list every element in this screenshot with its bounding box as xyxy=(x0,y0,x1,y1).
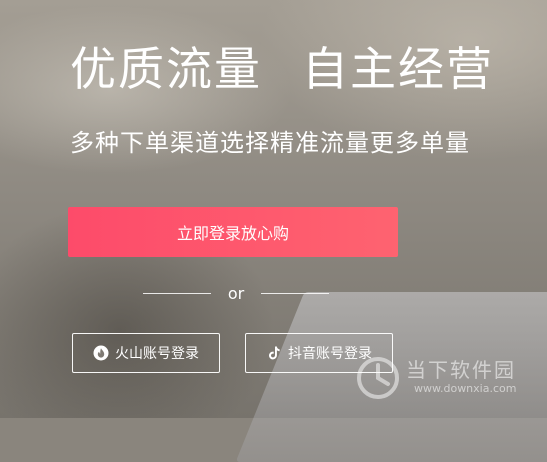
login-button-label: 立即登录放心购 xyxy=(176,224,289,243)
subheadline: 多种下单渠道选择精准流量更多单量 xyxy=(70,129,470,157)
watermark-logo-icon xyxy=(356,356,400,400)
divider-line-left xyxy=(143,292,211,294)
login-button[interactable]: 立即登录放心购 xyxy=(68,207,398,257)
headline: 优质流量 自主经营 xyxy=(70,38,494,100)
headline-left: 优质流量 xyxy=(70,42,262,96)
watermark-brand: 当下软件园 xyxy=(406,358,516,382)
huoshan-login-label: 火山账号登录 xyxy=(115,346,199,362)
headline-right: 自主经营 xyxy=(302,42,494,96)
or-divider: or xyxy=(143,281,329,305)
watermark: 当下软件园 www.downxia.com xyxy=(356,352,536,408)
watermark-url: www.downxia.com xyxy=(414,382,517,395)
flame-icon xyxy=(93,345,109,361)
huoshan-login-button[interactable]: 火山账号登录 xyxy=(72,333,220,373)
divider-line-right xyxy=(261,292,329,294)
music-note-icon xyxy=(266,345,282,361)
divider-text: or xyxy=(227,283,245,303)
